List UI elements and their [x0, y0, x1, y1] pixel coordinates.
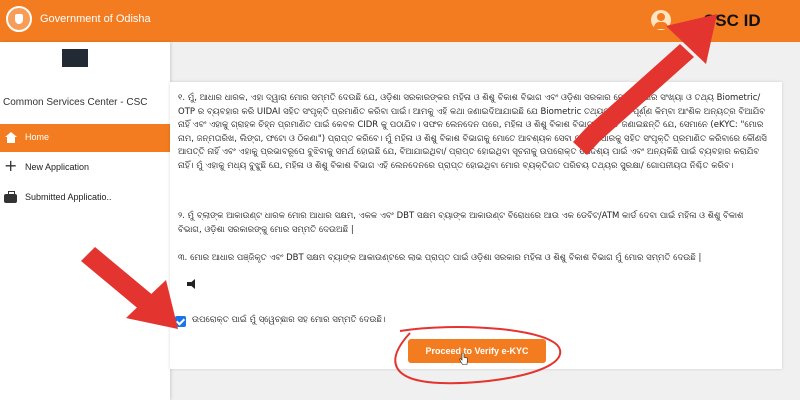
home-icon: [5, 132, 17, 143]
hand-cursor-icon: [459, 353, 468, 365]
government-name: Government of Odisha: [40, 13, 151, 25]
consent-paragraph-1: ୧. ମୁଁ, ଆଧାର ଧାରକ, ଏହା ଦ୍ୱାରା ମୋର ସମ୍ମତି…: [178, 93, 767, 171]
top-header-bar: Government of Odisha CSC ID: [0, 0, 800, 42]
profile-image-placeholder: [62, 49, 88, 67]
sidebar-item-new-application[interactable]: + New Application: [0, 154, 170, 182]
sidebar-title: Common Services Center - CSC: [3, 97, 148, 108]
consent-panel: ୧. ମୁଁ, ଆଧାର ଧାରକ, ଏହା ଦ୍ୱାରା ମୋର ସମ୍ମତି…: [170, 82, 782, 369]
csc-id-label[interactable]: CSC ID: [703, 11, 761, 31]
plus-icon: +: [4, 156, 18, 175]
proceed-to-verify-ekyc-button[interactable]: Proceed to Verify e-KYC: [408, 339, 546, 363]
briefcase-icon: [4, 191, 17, 203]
speaker-icon[interactable]: [187, 279, 199, 289]
sidebar-item-label: Submitted Applicatio..: [25, 192, 112, 202]
consent-paragraph-2: ୨. ମୁଁ ବ୍ଲାଙ୍କ ଆକାଉଣ୍ଟ ଧାରକ ମୋର ଆଧାର ସକ୍…: [178, 211, 744, 235]
user-avatar-icon[interactable]: [651, 10, 671, 30]
sidebar-item-home[interactable]: Home: [0, 124, 170, 152]
consent-paragraph-3: ୩. ମୋର ଆଧାର ପଞ୍ଜିକୃତ ଏବଂ DBT ସକ୍ଷମ ବ୍ୟାଙ…: [178, 253, 702, 263]
sidebar-item-label: Home: [25, 132, 50, 142]
sidebar-item-label: New Application: [25, 162, 90, 172]
odisha-emblem-logo: [6, 6, 32, 32]
sidebar: Common Services Center - CSC Home + New …: [0, 42, 170, 400]
consent-checkbox[interactable]: [175, 316, 186, 327]
consent-checkbox-label: ଉପରୋକ୍ତ ପାଇଁ ମୁଁ ସ୍ୱେଚ୍ଛାର ସହ ମୋର ସମ୍ମତି…: [192, 315, 386, 325]
sidebar-item-submitted-applications[interactable]: Submitted Applicatio..: [0, 184, 170, 212]
